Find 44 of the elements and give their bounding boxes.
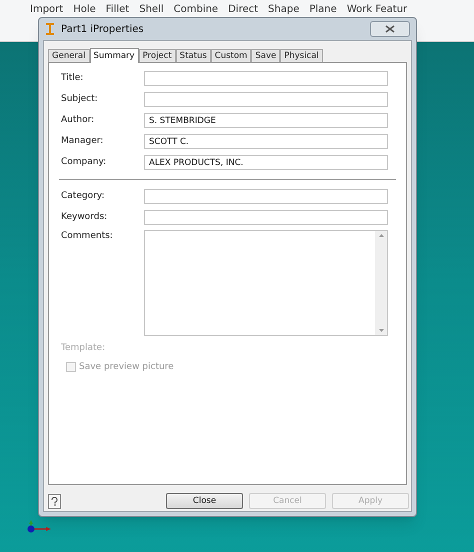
text-field[interactable] bbox=[144, 210, 388, 225]
scroll-up-icon[interactable] bbox=[378, 234, 384, 237]
field-label: Category: bbox=[61, 190, 106, 203]
dialog-button[interactable]: Close bbox=[166, 493, 243, 509]
field-label: Author: bbox=[61, 114, 96, 127]
text-field[interactable]: ALEX PRODUCTS, INC. bbox=[144, 155, 388, 170]
ribbon-label[interactable]: Fillet bbox=[106, 2, 130, 17]
template-label: Template: bbox=[61, 342, 106, 355]
ribbon-label[interactable]: Combine bbox=[174, 2, 218, 17]
close-button[interactable] bbox=[370, 21, 410, 37]
ribbon-label[interactable]: Hole bbox=[73, 2, 96, 17]
field-label: Manager: bbox=[61, 134, 104, 148]
ribbon-label[interactable]: Shape bbox=[268, 2, 300, 17]
text-field[interactable] bbox=[144, 189, 388, 204]
ribbon-label[interactable]: Import bbox=[30, 2, 64, 17]
close-icon bbox=[385, 25, 395, 33]
ribbon-label[interactable]: Plane bbox=[309, 2, 337, 17]
field-label: Comments: bbox=[61, 230, 114, 243]
field-label: Company: bbox=[61, 156, 108, 169]
window-title: Part1 iProperties bbox=[61, 22, 144, 36]
ribbon-label[interactable]: Shell bbox=[139, 2, 164, 17]
tab[interactable]: Custom bbox=[210, 49, 252, 62]
tab[interactable]: Save bbox=[251, 49, 280, 62]
tab[interactable]: Project bbox=[138, 49, 176, 62]
checkbox-label: Save preview picture bbox=[79, 360, 174, 374]
scrollbar[interactable] bbox=[375, 231, 387, 335]
ribbon-label[interactable]: Direct bbox=[228, 2, 258, 17]
help-icon bbox=[51, 496, 58, 506]
app-icon bbox=[45, 23, 55, 35]
text-field[interactable] bbox=[144, 71, 388, 86]
tab[interactable]: Physical bbox=[280, 49, 323, 62]
scroll-down-icon[interactable] bbox=[378, 329, 384, 332]
help-button[interactable] bbox=[48, 494, 61, 508]
text-field[interactable] bbox=[144, 92, 388, 107]
text-field[interactable]: SCOTT C. bbox=[144, 134, 388, 149]
field-label: Keywords: bbox=[61, 210, 108, 224]
field-label: Title: bbox=[61, 72, 84, 85]
comments-field[interactable] bbox=[144, 230, 388, 336]
tab[interactable]: General bbox=[48, 49, 90, 62]
tab[interactable]: Summary bbox=[90, 48, 139, 63]
text-field[interactable]: S. STEMBRIDGE bbox=[144, 113, 388, 128]
tab[interactable]: Status bbox=[176, 49, 211, 62]
ribbon-label[interactable]: Work Featur bbox=[346, 2, 408, 17]
field-label: Subject: bbox=[61, 92, 99, 106]
